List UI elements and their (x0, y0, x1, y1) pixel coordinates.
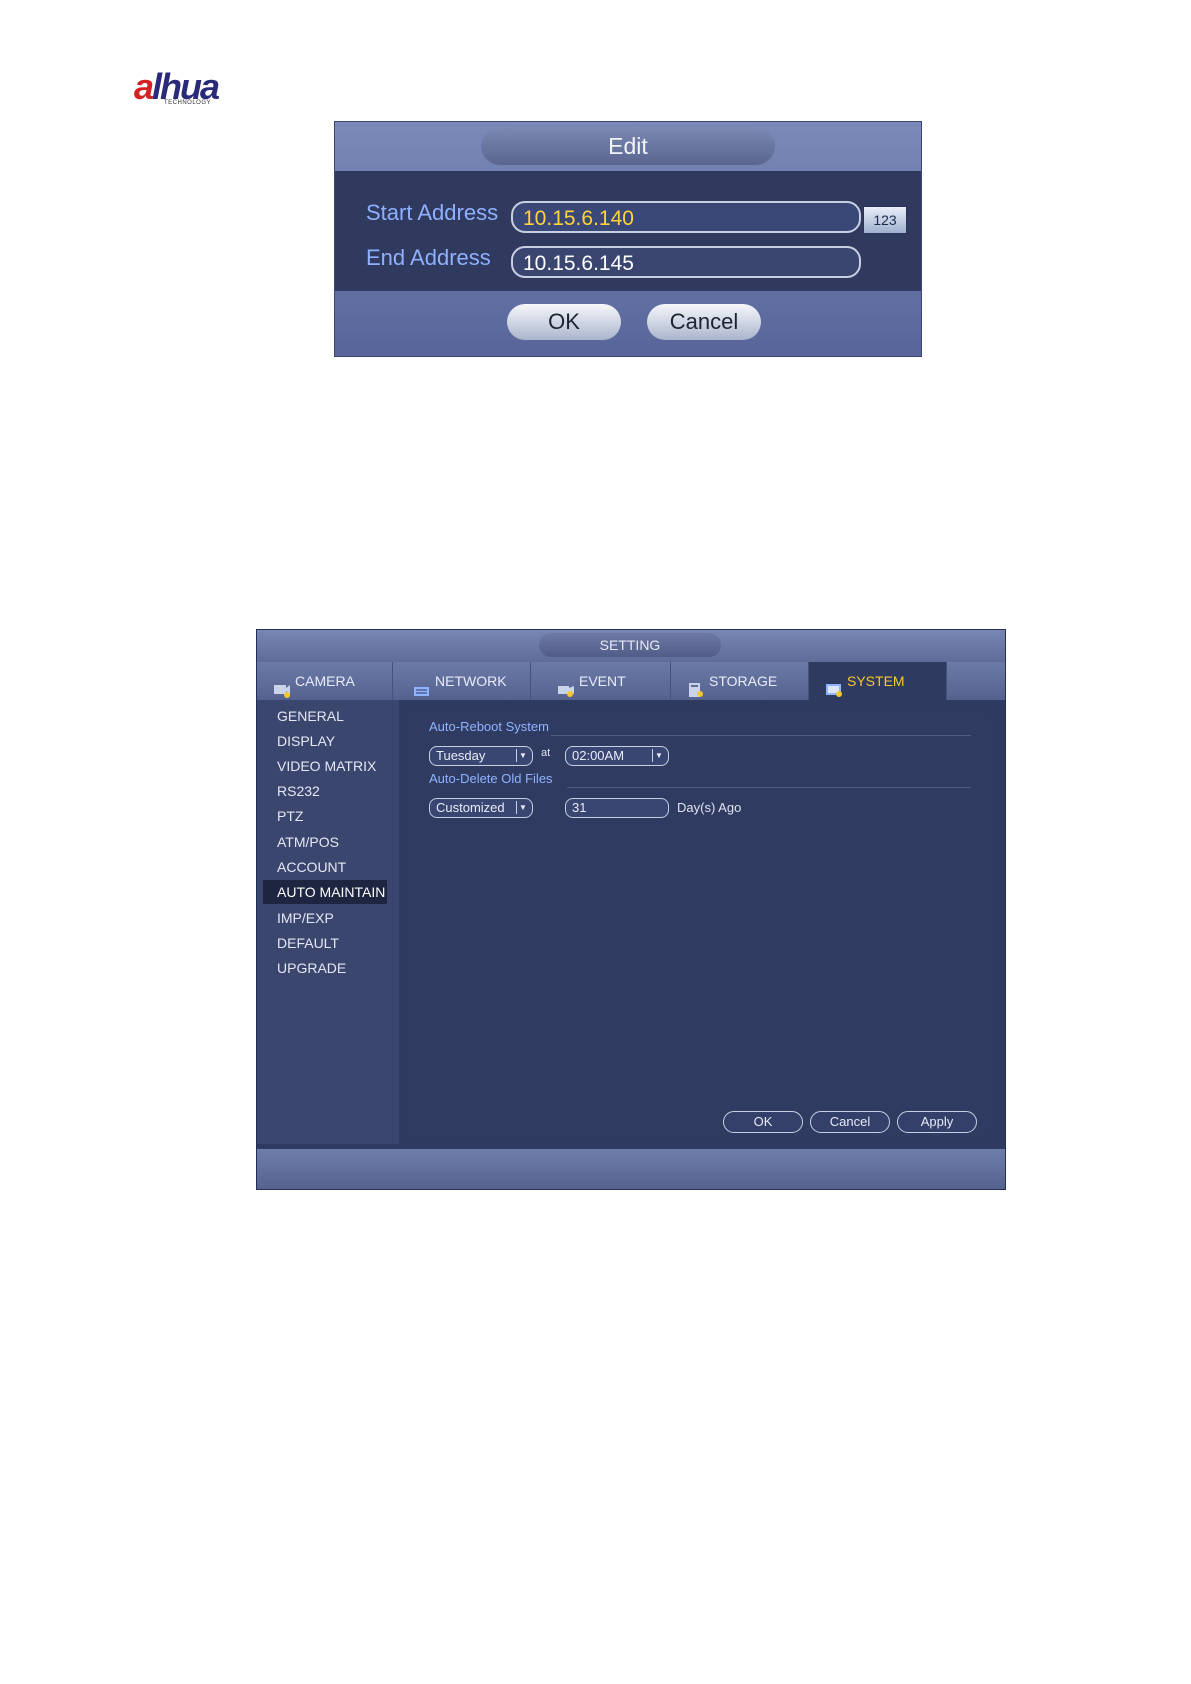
setting-footer (257, 1149, 1005, 1189)
sidebar-item-imp-exp[interactable]: IMP/EXP (263, 906, 387, 930)
tab-system-label: SYSTEM (847, 673, 905, 689)
at-label: at (541, 747, 551, 759)
chevron-down-icon: ▼ (516, 801, 529, 814)
reboot-day-select[interactable]: Tuesday ▼ (429, 746, 533, 766)
tab-camera-label: CAMERA (295, 673, 355, 689)
keyboard-button[interactable]: 123 (863, 206, 907, 234)
apply-button[interactable]: Apply (897, 1111, 977, 1133)
sidebar-item-display[interactable]: DISPLAY (263, 729, 387, 753)
section-divider (567, 787, 971, 788)
auto-reboot-title: Auto-Reboot System (429, 719, 549, 734)
setting-title: SETTING (539, 633, 721, 657)
system-icon (825, 674, 843, 698)
delete-mode-select[interactable]: Customized ▼ (429, 798, 533, 818)
storage-icon (687, 674, 705, 698)
start-address-label: Start Address (366, 200, 499, 225)
sidebar-item-auto-maintain[interactable]: AUTO MAINTAIN (263, 880, 387, 904)
chevron-down-icon: ▼ (652, 749, 665, 762)
sidebar-item-general[interactable]: GENERAL (263, 704, 387, 728)
reboot-time-select[interactable]: 02:00AM ▼ (565, 746, 669, 766)
sidebar-item-account[interactable]: ACCOUNT (263, 855, 387, 879)
ok-button[interactable]: OK (507, 304, 621, 340)
sidebar-item-upgrade[interactable]: UPGRADE (263, 956, 387, 980)
sidebar-item-ptz[interactable]: PTZ (263, 804, 387, 828)
tab-system[interactable]: SYSTEM (809, 662, 947, 700)
tab-camera[interactable]: CAMERA (257, 662, 393, 700)
sidebar-item-video-matrix[interactable]: VIDEO MATRIX (263, 754, 387, 778)
reboot-day-value: Tuesday (436, 748, 486, 763)
sidebar-item-atm-pos[interactable]: ATM/POS (263, 830, 387, 854)
start-address-input[interactable]: 10.15.6.140 (511, 201, 861, 233)
cancel-button[interactable]: Cancel (647, 304, 761, 340)
end-address-label: End Address (366, 245, 491, 270)
edit-dialog-title: Edit (481, 127, 775, 165)
delete-days-input[interactable]: 31 (565, 798, 669, 818)
sidebar-item-default[interactable]: DEFAULT (263, 931, 387, 955)
auto-delete-title: Auto-Delete Old Files (429, 771, 553, 786)
event-icon (557, 674, 575, 698)
days-ago-label: Day(s) Ago (677, 800, 742, 815)
tab-storage-label: STORAGE (709, 673, 778, 689)
tab-network[interactable]: NETWORK (393, 662, 531, 700)
setting-header: SETTING (257, 630, 1005, 662)
tab-storage[interactable]: STORAGE (671, 662, 809, 700)
chevron-down-icon: ▼ (516, 749, 529, 762)
sidebar-item-rs232[interactable]: RS232 (263, 779, 387, 803)
setting-window: SETTING CAMERA NETWORK EVENT STORAGE SYS… (256, 629, 1006, 1190)
edit-dialog: Edit Start Address 10.15.6.140 123 End A… (334, 121, 922, 357)
logo-tagline: TECHNOLOGY (164, 100, 212, 106)
sidebar: GENERAL DISPLAY VIDEO MATRIX RS232 PTZ A… (257, 700, 399, 1144)
auto-maintain-panel: Auto-Reboot System Tuesday ▼ at 02:00AM … (401, 710, 993, 1137)
ok-button[interactable]: OK (723, 1111, 803, 1133)
dahua-logo: alhua TECHNOLOGY (134, 66, 264, 110)
end-address-input[interactable]: 10.15.6.145 (511, 246, 861, 278)
cancel-button[interactable]: Cancel (810, 1111, 890, 1133)
tab-network-label: NETWORK (435, 673, 507, 689)
delete-mode-value: Customized (436, 800, 505, 815)
tab-bar: CAMERA NETWORK EVENT STORAGE SYSTEM (257, 662, 1005, 700)
section-divider (551, 735, 971, 736)
tab-event-label: EVENT (579, 673, 626, 689)
reboot-time-value: 02:00AM (572, 748, 625, 763)
camera-icon (273, 674, 291, 699)
tab-event[interactable]: EVENT (531, 662, 671, 700)
network-icon (413, 674, 431, 697)
